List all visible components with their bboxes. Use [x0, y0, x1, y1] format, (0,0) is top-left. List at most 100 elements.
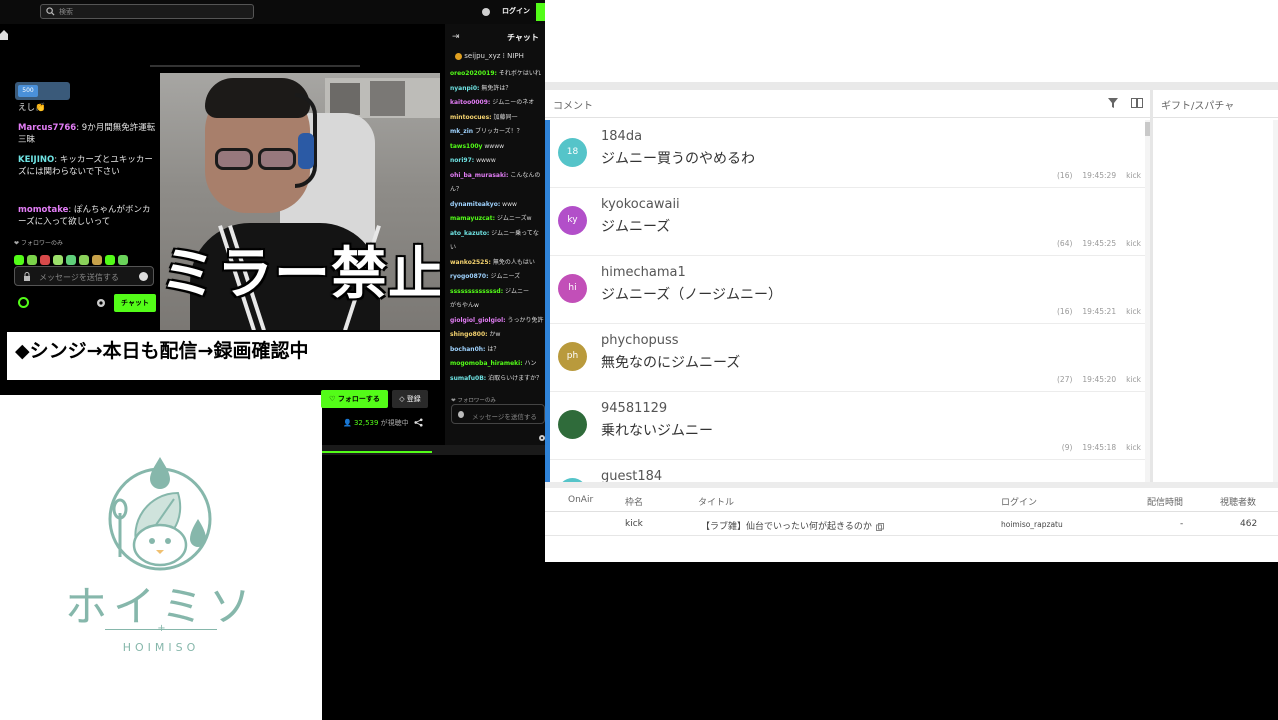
emote-icon[interactable] [40, 255, 50, 265]
subscribe-button[interactable]: ◇ 登録 [392, 390, 428, 408]
cell-login: hoimiso_rapzatu [1001, 520, 1063, 529]
chat-username[interactable]: bochan0h: [450, 346, 485, 353]
search-input[interactable]: 検索 [40, 4, 254, 19]
points-icon[interactable] [18, 297, 29, 308]
pinned-bar[interactable]: seijpu_xyz ⁞ NIPH [455, 52, 524, 60]
chat-text: 加藤同一 [493, 113, 518, 121]
overlay-chat-message: Marcus7766: 9か月間無免許運転三昧 [18, 123, 156, 145]
cell-duration: - [1180, 519, 1184, 529]
chat-message: nori97: wwww [450, 156, 496, 165]
overlay-chat-user[interactable]: KEIJINO [18, 155, 54, 165]
search-placeholder: 検索 [59, 8, 73, 16]
column-header-duration[interactable]: 配信時間 [1147, 495, 1183, 508]
chat-send-button[interactable]: チャット [114, 294, 156, 312]
share-icon[interactable] [414, 418, 423, 427]
overlay-chat-message: えし👏 [18, 102, 158, 114]
copy-icon[interactable] [875, 522, 884, 531]
panel-divider[interactable] [1150, 90, 1153, 482]
scrollbar-thumb[interactable] [1145, 122, 1150, 136]
home-icon[interactable] [0, 30, 8, 40]
chat-text: ジムニーのネオ [492, 99, 535, 106]
chat-message: mogomoba_hirameki: ハン [450, 359, 537, 368]
chat-message: dynamiteakyo: www [450, 200, 517, 209]
columns-icon[interactable] [1131, 98, 1143, 108]
comment-text: 乗れないジムニー [601, 423, 713, 439]
chat-username[interactable]: wanko2525: [450, 259, 491, 266]
column-header-title[interactable]: タイトル [698, 495, 734, 508]
chat-message: taws100y wwww [450, 142, 504, 151]
emote-icon[interactable] [66, 255, 76, 265]
avatar: 18 [558, 138, 587, 167]
emoji-icon[interactable] [139, 272, 148, 281]
chat-username[interactable]: oreo2020019: [450, 70, 497, 77]
headphones-earcup [298, 133, 314, 169]
emote-icon[interactable] [79, 255, 89, 265]
chat-username[interactable]: ryogo0870: [450, 273, 489, 280]
gifts-scrollbar[interactable] [1273, 120, 1278, 482]
chat-text: ジムニーズw [496, 215, 532, 222]
chat-username[interactable]: ato_kazuto: [450, 230, 489, 237]
chat-username[interactable]: ohi_ba_murasaki: [450, 172, 508, 179]
gear-icon[interactable] [538, 434, 545, 442]
chat-username[interactable]: giolgiol_giolgiol: [450, 317, 506, 324]
chat-username[interactable]: nyanpi0: [450, 85, 479, 92]
comment-username: guest184 [601, 469, 663, 482]
filter-icon[interactable] [1108, 98, 1118, 108]
follow-button[interactable]: ♡ フォローする [321, 390, 388, 408]
emote-icon[interactable] [118, 255, 128, 265]
emote-icon[interactable] [14, 255, 24, 265]
emote-icon[interactable] [105, 255, 115, 265]
chat-message-input[interactable]: メッセージを送信する [451, 404, 545, 424]
chat-username[interactable]: mogomoba_hirameki: [450, 360, 523, 367]
emote-icon[interactable] [53, 255, 63, 265]
chat-username[interactable]: dynamiteakyo: [450, 201, 500, 208]
comment-meta: (16) 19:45:29 kick [1057, 171, 1141, 180]
comment-item[interactable]: ph phychopuss 無免なのにジムニーズ (27) 19:45:20 kic… [550, 324, 1145, 392]
column-header-frame[interactable]: 枠名 [625, 495, 643, 508]
chat-text: 無免許は？ [481, 84, 512, 92]
comment-text: ジムニーズ [601, 219, 671, 235]
overlay-chat-user[interactable]: Marcus7766 [18, 123, 76, 133]
collapse-chat-icon[interactable]: ⇥ [452, 32, 460, 42]
hoimiso-logo-icon [108, 457, 212, 571]
chat-username[interactable]: mintoocues: [450, 114, 492, 121]
comments-scrollbar[interactable] [1145, 120, 1150, 482]
chat-username[interactable]: sumafu0B: [450, 375, 486, 382]
comment-item[interactable]: guest184 [550, 460, 1145, 482]
comment-item[interactable]: 94581129 乗れないジムニー (9) 19:45:18 kick [550, 392, 1145, 460]
chat-message: wanko2525: 無免の人もはい [450, 258, 535, 267]
chat-username[interactable]: nori97: [450, 157, 474, 164]
login-link[interactable]: ログイン [502, 6, 530, 16]
signup-button[interactable] [536, 3, 545, 21]
chat-text: い [450, 244, 457, 251]
comment-username: phychopuss [601, 333, 679, 348]
gear-icon[interactable] [95, 297, 107, 309]
emote-bar [14, 250, 131, 265]
overlay-chat-user[interactable]: momotake [18, 205, 68, 215]
chat-username[interactable]: mk_zin [450, 128, 473, 135]
chat-username[interactable]: sssssssssssssd: [450, 288, 503, 295]
comment-text: ジムニーズ（ノージムニー） [601, 287, 783, 303]
comment-item[interactable]: 18 184da ジムニー買うのやめるわ (16) 19:45:29 kick [550, 120, 1145, 188]
emote-icon[interactable] [92, 255, 102, 265]
overlay-message-input[interactable]: メッセージを送信する [14, 266, 154, 286]
background-frame [330, 83, 360, 115]
chat-username[interactable]: taws100y [450, 143, 482, 150]
emote-icon[interactable] [27, 255, 37, 265]
column-header-viewers[interactable]: 視聴者数 [1220, 495, 1256, 508]
chat-text: www [502, 200, 517, 208]
table-row[interactable]: kick 【ラブ雑】仙台でいったい何が起きるのか hoimiso_rapzatu… [545, 512, 1278, 536]
column-header-login[interactable]: ログイン [1001, 495, 1037, 508]
chat-text: ハン [524, 360, 537, 367]
column-header-onair[interactable]: OnAir [568, 495, 593, 505]
comment-item[interactable]: hi himechama1 ジムニーズ（ノージムニー） (16) 19:45:21… [550, 256, 1145, 324]
chat-username[interactable]: kaitoo0009: [450, 99, 490, 106]
cell-title: 【ラブ雑】仙台でいったい何が起きるのか [701, 519, 884, 532]
gifts-title: ギフト/スパチャ [1161, 101, 1235, 112]
chat-username[interactable]: mamayuzcat: [450, 215, 495, 222]
badge: 500 [15, 82, 70, 100]
viewer-count: 👤 32,539 が視聴中 [343, 419, 409, 427]
theme-icon[interactable] [482, 8, 490, 16]
comment-item[interactable]: ky kyokocawaii ジムニーズ (64) 19:45:25 kick [550, 188, 1145, 256]
chat-username[interactable]: shingo800: [450, 331, 488, 338]
